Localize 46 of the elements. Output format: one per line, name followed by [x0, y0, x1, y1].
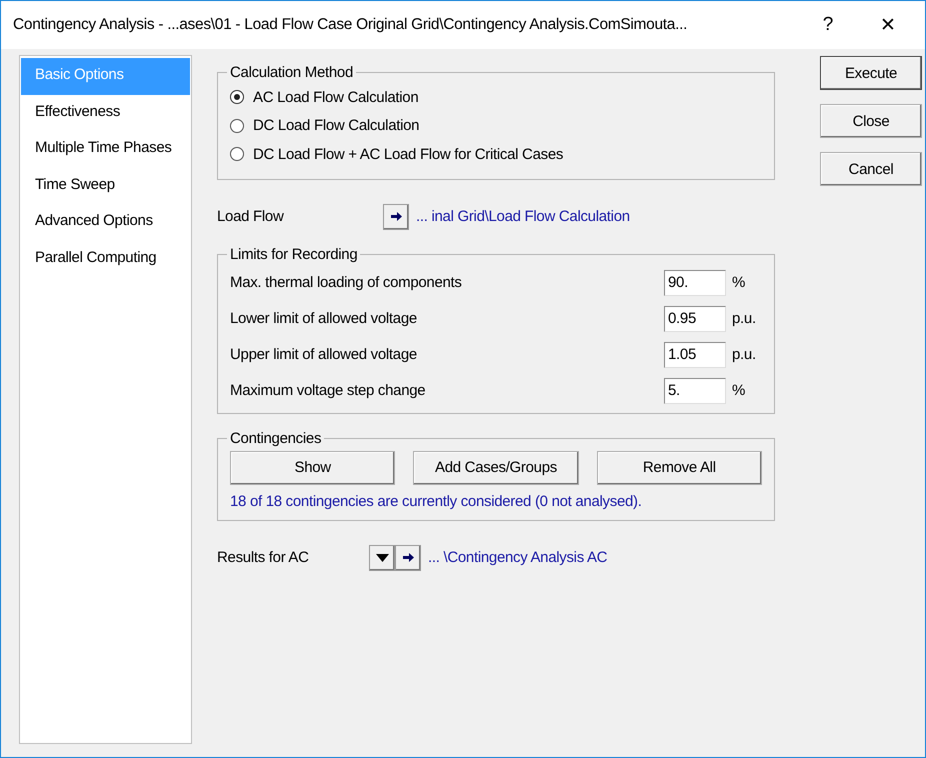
jump-button[interactable]: [383, 204, 409, 230]
unit-label: %: [731, 274, 746, 291]
dialog-button[interactable]: Cancel: [820, 152, 922, 186]
sidebar-item[interactable]: Multiple Time Phases: [21, 131, 190, 168]
window-title: Contingency Analysis - ...ases\01 - Load Flow Case Original Grid\Contingency Analysis.ComSimouta...: [13, 16, 688, 34]
field-label: Lower limit of allowed voltage: [230, 310, 418, 327]
group-title: Calculation Method: [229, 64, 354, 81]
action-button[interactable]: Show: [230, 450, 396, 484]
link[interactable]: ... \Contingency Analysis AC: [428, 549, 608, 566]
radio-button[interactable]: [230, 147, 244, 162]
link[interactable]: ... inal Grid\Load Flow Calculation: [416, 208, 630, 225]
input-field[interactable]: 0.95: [664, 306, 726, 332]
close-button[interactable]: ✕: [865, 5, 911, 45]
input-field[interactable]: 1.05: [664, 342, 726, 368]
radio-label[interactable]: AC Load Flow Calculation: [253, 88, 418, 106]
load-flow-label: Load Flow: [217, 208, 285, 225]
group-title: Contingencies: [229, 430, 322, 446]
help-button[interactable]: ?: [805, 5, 851, 45]
field-label: Maximum voltage step change: [230, 382, 426, 399]
action-button[interactable]: Remove All: [596, 450, 762, 484]
group-title: Limits for Recording: [229, 246, 358, 262]
sidebar-item[interactable]: Time Sweep: [21, 168, 190, 204]
unit-label: p.u.: [731, 346, 757, 363]
status-text: 18 of 18 contingencies are currently considered (0 not analysed).: [230, 492, 643, 510]
dropdown-button[interactable]: [369, 544, 395, 570]
sidebar-item[interactable]: Effectiveness: [21, 94, 190, 131]
sidebar-item[interactable]: Advanced Options: [21, 204, 190, 240]
radio-button[interactable]: [230, 90, 244, 104]
input-field[interactable]: 5.: [664, 378, 726, 404]
results-label: Results for AC: [217, 549, 310, 566]
sidebar-item[interactable]: Parallel Computing: [21, 240, 190, 277]
field-label: Upper limit of allowed voltage: [230, 346, 418, 363]
arrow-icon: [390, 212, 402, 221]
radio-label[interactable]: DC Load Flow Calculation: [253, 117, 420, 134]
action-button[interactable]: Add Cases/Groups: [413, 450, 579, 484]
caret-icon: [376, 554, 388, 562]
unit-label: %: [731, 382, 746, 399]
jump-button[interactable]: [395, 544, 421, 570]
dialog-button[interactable]: Execute: [820, 56, 922, 90]
field-label: Max. thermal loading of components: [230, 274, 463, 291]
unit-label: p.u.: [731, 310, 757, 327]
radio-button[interactable]: [230, 118, 244, 133]
arrow-icon: [402, 553, 414, 562]
input-field[interactable]: 90.: [664, 270, 726, 296]
radio-label[interactable]: DC Load Flow + AC Load Flow for Critical Cases: [253, 146, 564, 163]
dialog-button[interactable]: Close: [820, 104, 922, 138]
